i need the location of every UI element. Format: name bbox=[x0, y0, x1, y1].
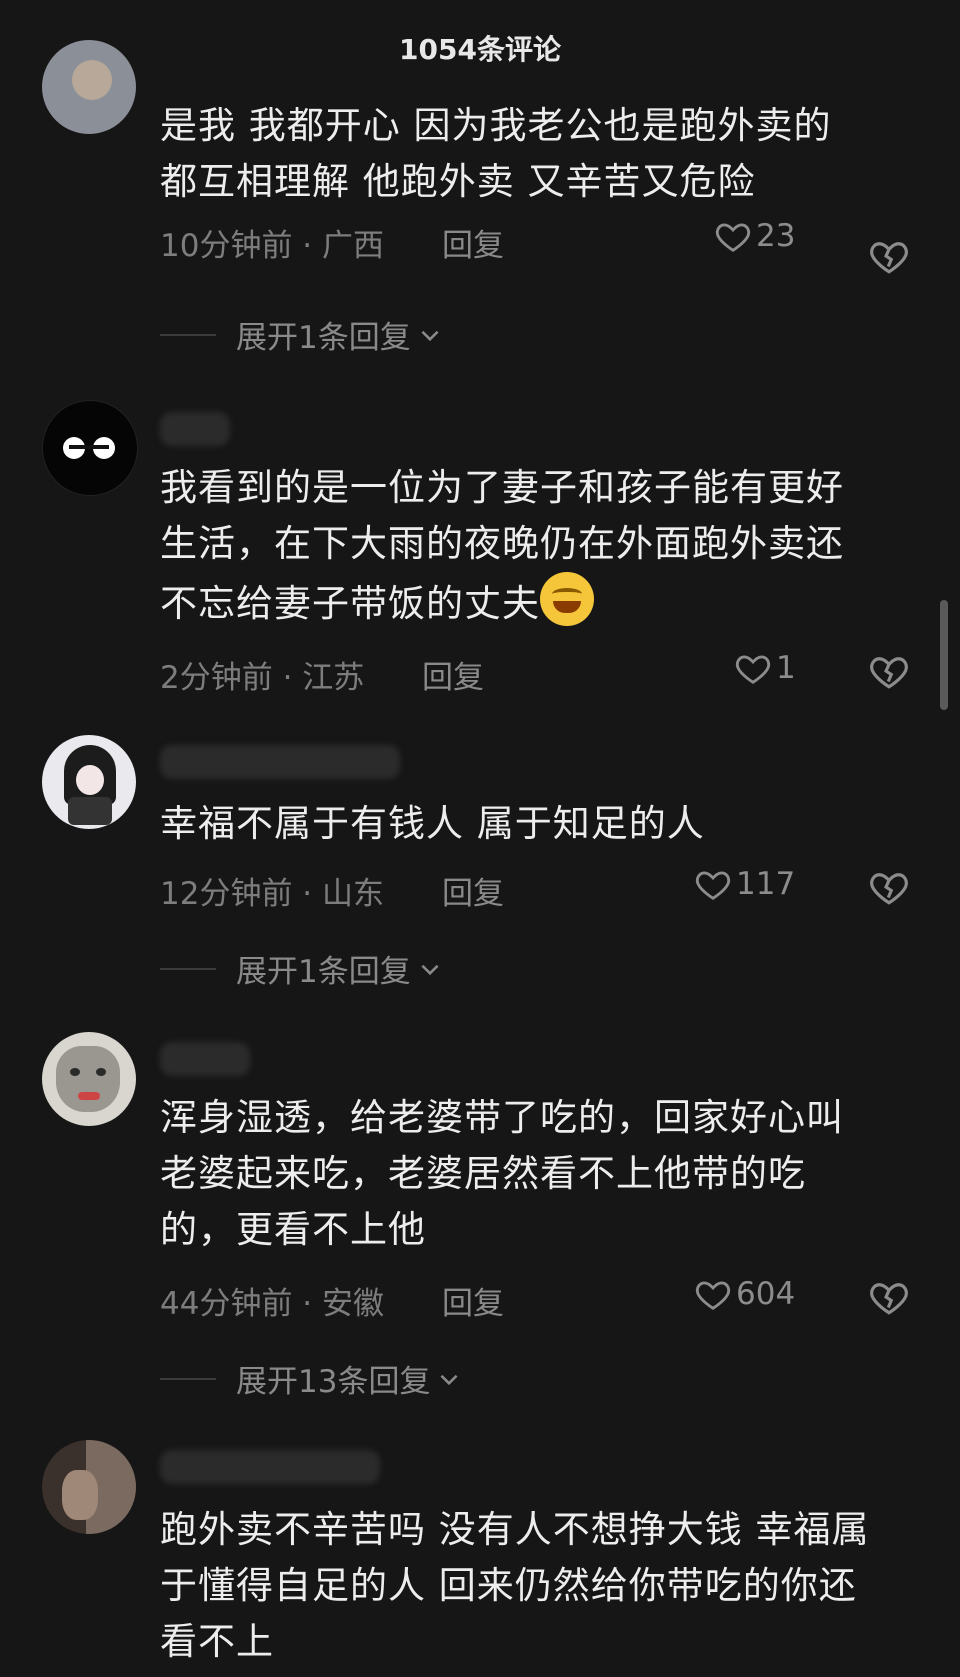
username-blurred bbox=[160, 1042, 250, 1076]
username-blurred bbox=[160, 1450, 380, 1484]
chevron-down-icon bbox=[421, 964, 439, 975]
comment-location: 山东 bbox=[322, 876, 385, 912]
broken-heart-icon[interactable] bbox=[868, 866, 910, 908]
avatar[interactable] bbox=[42, 40, 136, 134]
comment-count-title: 1054条评论 bbox=[399, 33, 561, 66]
expand-replies-button[interactable]: 展开13条回复 bbox=[160, 1356, 462, 1401]
comment-line: 于懂得自足的人 回来仍然给你带吃的你还 bbox=[160, 1564, 857, 1607]
comment-meta: 44分钟前 · 安徽 bbox=[160, 1286, 385, 1322]
like-button[interactable]: 23 bbox=[714, 217, 795, 255]
comment-time: 12分钟前 bbox=[160, 876, 293, 912]
comment-line: 我看到的是一位为了妻子和孩子能有更好 bbox=[160, 466, 844, 509]
comment-location: 安徽 bbox=[322, 1286, 385, 1322]
like-count: 604 bbox=[736, 1276, 796, 1312]
like-button[interactable]: 117 bbox=[694, 865, 795, 903]
like-button[interactable]: 1 bbox=[734, 649, 796, 687]
reply-button[interactable]: 回复 bbox=[442, 868, 504, 913]
divider bbox=[160, 1377, 216, 1380]
broken-heart-icon[interactable] bbox=[868, 1276, 910, 1318]
avatar[interactable] bbox=[42, 400, 138, 496]
comment-line: 都互相理解 他跑外卖 又辛苦又危险 bbox=[160, 160, 756, 203]
comment-time: 44分钟前 bbox=[160, 1286, 293, 1322]
comment-location: 广西 bbox=[322, 228, 385, 264]
heart-outline-icon bbox=[695, 871, 731, 900]
heart-outline-icon bbox=[735, 655, 771, 684]
expand-replies-button[interactable]: 展开1条回复 bbox=[160, 312, 443, 357]
expand-label: 展开1条回复 bbox=[236, 320, 411, 356]
heart-outline-icon bbox=[715, 223, 751, 252]
expand-label: 展开1条回复 bbox=[236, 954, 411, 990]
like-button[interactable]: 604 bbox=[694, 1275, 795, 1313]
heart-outline-icon bbox=[695, 1281, 731, 1310]
comment-line: 看不上 bbox=[160, 1620, 274, 1663]
comment-meta: 10分钟前 · 广西 bbox=[160, 228, 385, 264]
like-count: 1 bbox=[776, 650, 796, 686]
avatar[interactable] bbox=[42, 1032, 136, 1126]
comment-line: 老婆起来吃，老婆居然看不上他带的吃 bbox=[160, 1152, 806, 1195]
username-blurred bbox=[160, 745, 400, 779]
comment-text: 跑外卖不辛苦吗 没有人不想挣大钱 幸福属 于懂得自足的人 回来仍然给你带吃的你还… bbox=[160, 1502, 920, 1670]
avatar[interactable] bbox=[42, 1440, 136, 1534]
comment-time: 2分钟前 bbox=[160, 660, 273, 696]
comment-location: 江苏 bbox=[302, 660, 365, 696]
comment-time: 10分钟前 bbox=[160, 228, 293, 264]
comment-line: 跑外卖不辛苦吗 没有人不想挣大钱 幸福属 bbox=[160, 1508, 870, 1551]
comment-meta: 12分钟前 · 山东 bbox=[160, 876, 385, 912]
reply-button[interactable]: 回复 bbox=[442, 1278, 504, 1323]
broken-heart-icon[interactable] bbox=[868, 650, 910, 692]
scrollbar[interactable] bbox=[940, 600, 948, 710]
comment-line: 幸福不属于有钱人 属于知足的人 bbox=[160, 802, 705, 845]
chevron-down-icon bbox=[440, 1374, 458, 1385]
like-count: 117 bbox=[736, 866, 796, 902]
grinning-sweat-emoji-icon bbox=[540, 572, 594, 626]
like-count: 23 bbox=[756, 218, 796, 254]
comment-line: 的，更看不上他 bbox=[160, 1208, 426, 1251]
comment-text: 是我 我都开心 因为我老公也是跑外卖的 都互相理解 他跑外卖 又辛苦又危险 bbox=[160, 98, 920, 210]
comment-line: 是我 我都开心 因为我老公也是跑外卖的 bbox=[160, 104, 832, 147]
divider bbox=[160, 333, 216, 336]
divider bbox=[160, 967, 216, 970]
comment-meta: 2分钟前 · 江苏 bbox=[160, 660, 365, 696]
comment-text: 浑身湿透，给老婆带了吃的，回家好心叫 老婆起来吃，老婆居然看不上他带的吃 的，更… bbox=[160, 1090, 920, 1258]
comment-line: 浑身湿透，给老婆带了吃的，回家好心叫 bbox=[160, 1096, 844, 1139]
comment-line: 生活，在下大雨的夜晚仍在外面跑外卖还 bbox=[160, 522, 844, 565]
expand-label: 展开13条回复 bbox=[236, 1364, 431, 1400]
chevron-down-icon bbox=[421, 330, 439, 341]
comment-text: 幸福不属于有钱人 属于知足的人 bbox=[160, 796, 920, 852]
broken-heart-icon[interactable] bbox=[868, 235, 910, 277]
avatar[interactable] bbox=[42, 735, 136, 829]
comment-text: 我看到的是一位为了妻子和孩子能有更好 生活，在下大雨的夜晚仍在外面跑外卖还 不忘… bbox=[160, 460, 920, 632]
username-blurred bbox=[160, 412, 230, 446]
expand-replies-button[interactable]: 展开1条回复 bbox=[160, 946, 443, 991]
reply-button[interactable]: 回复 bbox=[442, 220, 504, 265]
comment-line: 不忘给妻子带饭的丈夫 bbox=[160, 582, 540, 625]
reply-button[interactable]: 回复 bbox=[422, 652, 484, 697]
